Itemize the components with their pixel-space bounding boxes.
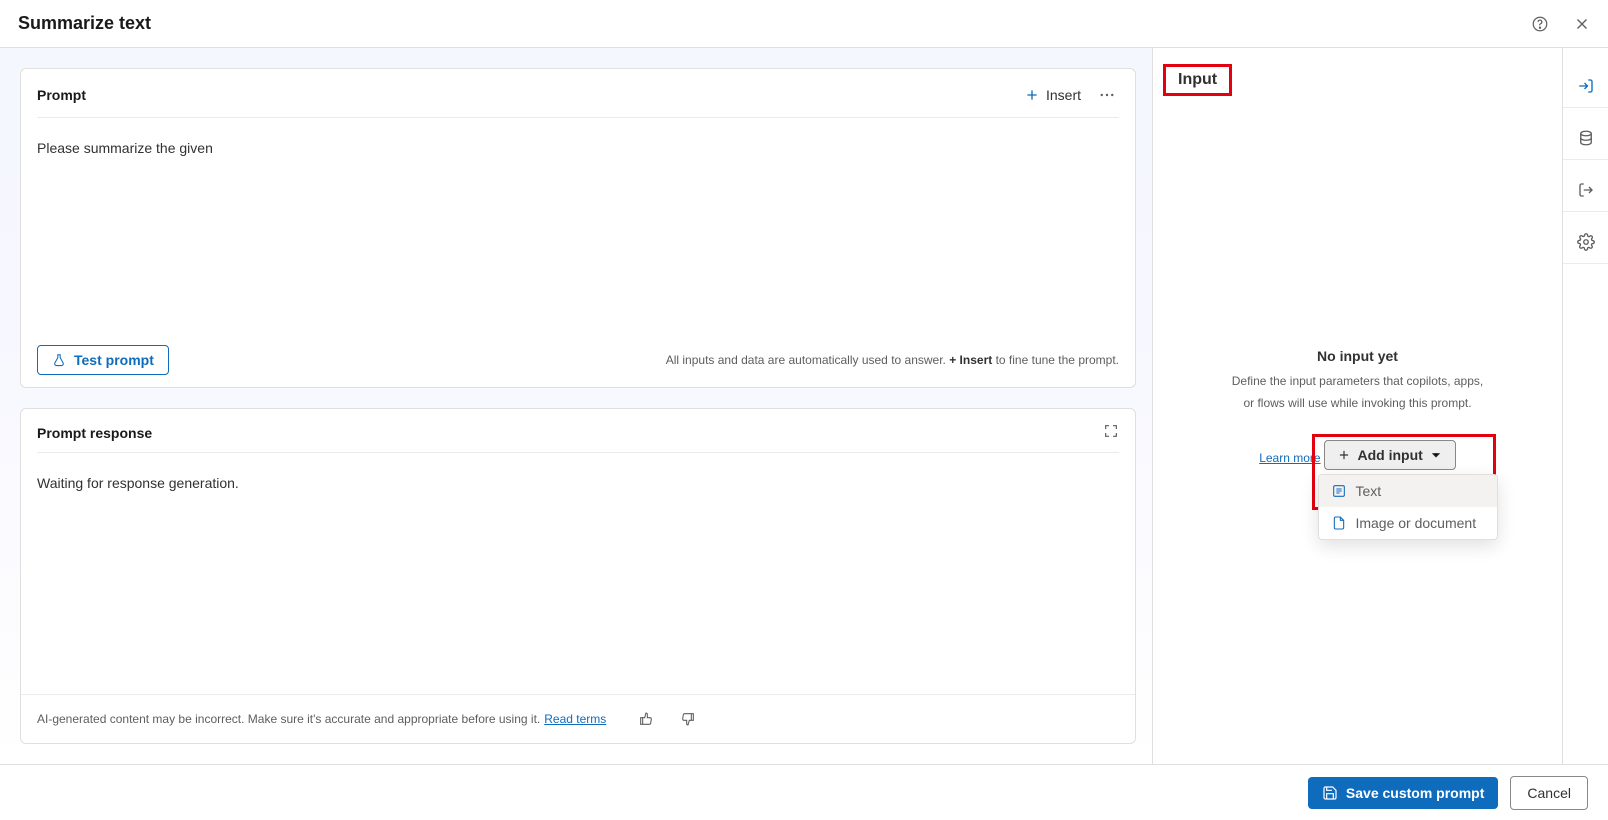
add-input-label: Add input — [1357, 447, 1422, 463]
prompt-textarea[interactable]: Please summarize the given — [21, 128, 1135, 333]
modal-header: Summarize text — [0, 0, 1608, 48]
page-title: Summarize text — [18, 13, 151, 34]
read-terms-link[interactable]: Read terms — [544, 712, 606, 726]
chevron-down-icon — [1429, 448, 1443, 462]
response-card: Prompt response Waiting for response gen… — [20, 408, 1136, 744]
text-icon — [1331, 483, 1347, 499]
cancel-button[interactable]: Cancel — [1510, 776, 1588, 810]
response-disclaimer: AI-generated content may be incorrect. M… — [37, 707, 700, 731]
response-card-header: Prompt response — [21, 409, 1135, 463]
help-icon[interactable] — [1528, 12, 1552, 36]
no-input-desc-2: or flows will use while invoking this pr… — [1193, 394, 1522, 412]
prompt-card-header: Prompt Insert — [21, 69, 1135, 128]
header-actions — [1528, 12, 1594, 36]
more-icon[interactable] — [1095, 83, 1119, 107]
save-icon — [1322, 785, 1338, 801]
learn-more-link[interactable]: Learn more — [1259, 451, 1320, 465]
prompt-footer: Test prompt All inputs and data are auto… — [21, 333, 1135, 387]
right-rail — [1562, 48, 1608, 764]
response-title: Prompt response — [37, 425, 152, 441]
insert-button[interactable]: Insert — [1024, 87, 1081, 103]
test-prompt-label: Test prompt — [74, 352, 154, 368]
save-label: Save custom prompt — [1346, 785, 1484, 801]
close-icon[interactable] — [1570, 12, 1594, 36]
add-input-dropdown: Text Image or document — [1318, 474, 1498, 540]
dropdown-text-label: Text — [1355, 483, 1381, 499]
rail-output-icon[interactable] — [1563, 168, 1608, 212]
rail-input-icon[interactable] — [1563, 64, 1608, 108]
add-input-wrap: Add input Text Image or document — [1324, 440, 1455, 470]
add-input-button[interactable]: Add input — [1324, 440, 1455, 470]
thumbs-up-icon[interactable] — [634, 707, 658, 731]
response-body: Waiting for response generation. — [21, 463, 1135, 694]
test-prompt-button[interactable]: Test prompt — [37, 345, 169, 375]
response-placeholder: Waiting for response generation. — [37, 475, 239, 491]
input-empty-state: No input yet Define the input parameters… — [1153, 348, 1562, 470]
feedback-thumbs — [634, 707, 700, 731]
rail-settings-icon[interactable] — [1563, 220, 1608, 264]
document-icon — [1331, 515, 1347, 531]
input-tab-label[interactable]: Input — [1178, 71, 1217, 88]
rail-data-icon[interactable] — [1563, 116, 1608, 160]
input-tab-highlight: Input — [1163, 64, 1232, 96]
right-panel: Input No input yet Define the input para… — [1152, 48, 1562, 764]
dropdown-item-image-doc[interactable]: Image or document — [1319, 507, 1497, 539]
dropdown-image-label: Image or document — [1355, 515, 1476, 531]
prompt-hint: All inputs and data are automatically us… — [666, 353, 1119, 367]
bottom-footer: Save custom prompt Cancel — [0, 764, 1608, 820]
prompt-title: Prompt — [37, 87, 86, 103]
insert-label: Insert — [1046, 87, 1081, 103]
dropdown-item-text[interactable]: Text — [1319, 475, 1497, 507]
left-column: Prompt Insert Please summarize the given — [0, 48, 1152, 764]
no-input-title: No input yet — [1193, 348, 1522, 364]
cancel-label: Cancel — [1527, 785, 1571, 801]
prompt-header-actions: Insert — [1024, 83, 1119, 107]
prompt-content: Please summarize the given — [37, 140, 213, 156]
thumbs-down-icon[interactable] — [676, 707, 700, 731]
expand-icon[interactable] — [1103, 423, 1119, 442]
response-footer: AI-generated content may be incorrect. M… — [21, 694, 1135, 743]
save-button[interactable]: Save custom prompt — [1308, 777, 1498, 809]
prompt-card: Prompt Insert Please summarize the given — [20, 68, 1136, 388]
body: Prompt Insert Please summarize the given — [0, 48, 1608, 764]
no-input-desc-1: Define the input parameters that copilot… — [1193, 372, 1522, 390]
